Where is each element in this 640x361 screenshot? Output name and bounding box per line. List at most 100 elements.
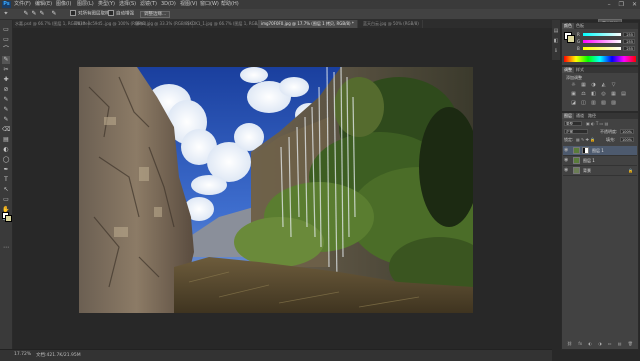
lasso-tool-icon[interactable]: ⌒ (2, 46, 10, 54)
shape-tool-icon[interactable]: ▭ (2, 196, 10, 204)
layer-style-icon[interactable]: fx (578, 341, 582, 347)
menu-select[interactable]: 选择(S) (119, 1, 136, 8)
brush-tool-icon[interactable]: ✎ (2, 96, 10, 104)
checkbox-box[interactable] (70, 10, 76, 16)
subtract-selection-icon[interactable]: ✎ (38, 10, 46, 17)
menu-3d[interactable]: 3D(D) (161, 1, 176, 8)
tab-swatches[interactable]: 色板 (574, 23, 586, 29)
gradient-map-icon[interactable]: ▧ (600, 100, 607, 106)
menu-help[interactable]: 帮助(H) (221, 1, 239, 8)
fill-input[interactable]: 100% (620, 137, 634, 142)
menu-layer[interactable]: 图层(L) (77, 1, 94, 8)
menu-edit[interactable]: 编辑(E) (35, 1, 52, 8)
adjustment-layer-icon[interactable]: ◑ (598, 341, 602, 347)
visibility-eye-icon[interactable]: ◉ (564, 157, 568, 164)
posterize-icon[interactable]: ◫ (580, 100, 587, 106)
b-value[interactable]: 255 (623, 46, 635, 51)
sample-all-layers-checkbox[interactable]: 对所有图层取样 (70, 10, 110, 17)
new-group-icon[interactable]: ▭ (608, 341, 612, 347)
slider-r[interactable]: R 255 (565, 32, 635, 37)
color-balance-icon[interactable]: ⚖ (580, 91, 587, 97)
layer-name[interactable]: 图层 1 (583, 157, 595, 164)
vibrance-icon[interactable]: ▽ (610, 82, 617, 88)
minimize-button[interactable]: – (608, 1, 611, 8)
brush-size-icon[interactable]: ✎ (50, 10, 58, 17)
menu-window[interactable]: 窗口(W) (200, 1, 219, 8)
photo-filter-icon[interactable]: ◎ (600, 91, 607, 97)
tab-adjustments[interactable]: 调整 (562, 67, 574, 73)
tab-channels[interactable]: 通道 (574, 113, 586, 119)
layer-row[interactable]: ◉ 背景 🔒 (563, 166, 637, 176)
refine-edge-button[interactable]: 调整边缘... (140, 11, 171, 18)
opacity-input[interactable]: 100% (620, 129, 634, 134)
g-track[interactable] (583, 40, 621, 43)
document-tab[interactable]: 蓝天白云.jpg @ 50% (RGB/8) (360, 20, 423, 28)
eraser-tool-icon[interactable]: ⌫ (2, 126, 10, 134)
document-canvas[interactable] (79, 67, 473, 313)
layer-row[interactable]: ◉ 图层 1 (563, 146, 637, 156)
document-size[interactable]: 文档:421.7K/21.95M (36, 352, 81, 358)
layer-filter-icons[interactable]: ▣ ◐ T ▭ ▤ (586, 121, 608, 126)
quick-selection-preset-icon[interactable]: ⌖ (2, 10, 10, 17)
tab-color[interactable]: 颜色 (562, 23, 574, 29)
history-brush-tool-icon[interactable]: ✎ (2, 116, 10, 124)
marquee-tool-icon[interactable]: ▭ (2, 36, 10, 44)
properties-panel-icon[interactable]: ◧ (553, 38, 559, 44)
add-selection-icon[interactable]: ✎ (30, 10, 38, 17)
invert-icon[interactable]: ◪ (570, 100, 577, 106)
slider-b[interactable]: B 255 (565, 46, 635, 51)
menu-image[interactable]: 图像(I) (56, 1, 71, 8)
move-tool-icon[interactable]: ▭ (2, 26, 10, 34)
document-tab-active[interactable]: img70F0F0.jpg @ 17.7% (图层 1 拷贝, RGB/8) * (258, 20, 358, 28)
crop-tool-icon[interactable]: ✂ (2, 66, 10, 74)
close-button[interactable]: ✕ (632, 1, 637, 8)
restore-button[interactable]: ❐ (619, 1, 624, 8)
layer-mask-thumbnail[interactable] (582, 147, 589, 154)
checkbox-box[interactable] (108, 10, 114, 16)
menu-view[interactable]: 视图(V) (180, 1, 197, 8)
selective-color-icon[interactable]: ▨ (610, 100, 617, 106)
visibility-eye-icon[interactable]: ◉ (564, 167, 568, 174)
color-lookup-icon[interactable]: ▤ (620, 91, 627, 97)
b-track[interactable] (583, 47, 621, 50)
gradient-tool-icon[interactable]: ▤ (2, 136, 10, 144)
healing-brush-tool-icon[interactable]: ⊘ (2, 86, 10, 94)
background-color-swatch[interactable] (5, 215, 12, 222)
r-value[interactable]: 255 (623, 32, 635, 37)
slider-g[interactable]: G 255 (565, 39, 635, 44)
g-value[interactable]: 255 (623, 39, 635, 44)
menu-filter[interactable]: 滤镜(T) (140, 1, 157, 8)
exposure-icon[interactable]: ◭ (600, 82, 607, 88)
tab-styles[interactable]: 样式 (574, 67, 586, 73)
tab-layers[interactable]: 图层 (562, 113, 574, 119)
tab-paths[interactable]: 路径 (586, 113, 598, 119)
delete-layer-icon[interactable]: 🗑 (628, 341, 633, 347)
history-panel-icon[interactable]: ▤ (553, 28, 559, 34)
add-mask-icon[interactable]: ◐ (588, 341, 592, 347)
pen-tool-icon[interactable]: ✒ (2, 166, 10, 174)
edit-toolbar-icon[interactable]: ⋯ (2, 244, 10, 252)
layer-name[interactable]: 背景 (583, 167, 591, 174)
quick-selection-tool-icon[interactable]: ✎ (2, 56, 10, 64)
layer-kind-filter[interactable]: 类型 (564, 121, 582, 126)
color-spectrum-bar[interactable] (564, 56, 636, 62)
path-selection-tool-icon[interactable]: ↖ (2, 186, 10, 194)
type-tool-icon[interactable]: T (2, 176, 10, 184)
clone-stamp-tool-icon[interactable]: ✎ (2, 106, 10, 114)
new-layer-icon[interactable]: ▤ (618, 341, 622, 347)
hue-saturation-icon[interactable]: ▣ (570, 91, 577, 97)
brightness-contrast-icon[interactable]: ☼ (570, 82, 577, 88)
blur-tool-icon[interactable]: ◯ (2, 156, 10, 164)
threshold-icon[interactable]: ▥ (590, 100, 597, 106)
levels-icon[interactable]: ▦ (580, 82, 587, 88)
eyedropper-tool-icon[interactable]: ✚ (2, 76, 10, 84)
zoom-level[interactable]: 17.72% (14, 352, 31, 357)
r-track[interactable] (583, 33, 621, 36)
blend-mode-select[interactable]: 正常 (564, 129, 588, 134)
channel-mixer-icon[interactable]: ▦ (610, 91, 617, 97)
visibility-eye-icon[interactable]: ◉ (564, 147, 568, 154)
curves-icon[interactable]: ◑ (590, 82, 597, 88)
dodge-tool-icon[interactable]: ◐ (2, 146, 10, 154)
new-selection-icon[interactable]: ✎ (22, 10, 30, 17)
black-white-icon[interactable]: ◧ (590, 91, 597, 97)
